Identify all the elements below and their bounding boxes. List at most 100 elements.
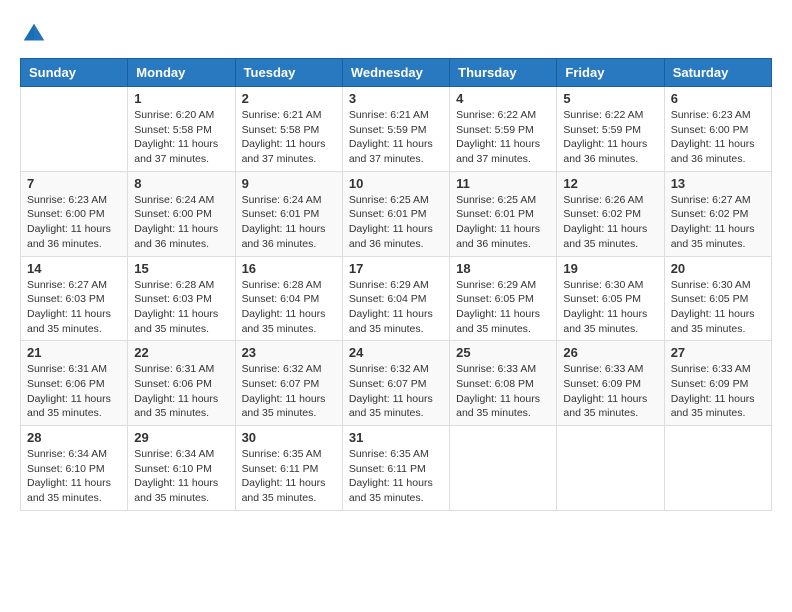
day-info-line: Sunset: 6:00 PM — [671, 124, 749, 136]
day-info-line: and 37 minutes. — [134, 153, 209, 165]
day-number: 23 — [242, 345, 336, 360]
day-info-line: and 36 minutes. — [242, 238, 317, 250]
day-number: 26 — [563, 345, 657, 360]
day-info-line: Daylight: 11 hours — [671, 308, 755, 320]
day-info-line: Daylight: 11 hours — [563, 393, 647, 405]
header-row: Sunday Monday Tuesday Wednesday Thursday… — [21, 59, 772, 87]
day-info-line: Sunrise: 6:23 AM — [27, 194, 107, 206]
day-info-line: Daylight: 11 hours — [27, 477, 111, 489]
day-info-line: Sunrise: 6:29 AM — [456, 279, 536, 291]
day-info: Sunrise: 6:23 AMSunset: 6:00 PMDaylight:… — [671, 108, 765, 167]
day-number: 25 — [456, 345, 550, 360]
day-info-line: Sunset: 6:03 PM — [27, 293, 105, 305]
calendar-body: 1Sunrise: 6:20 AMSunset: 5:58 PMDaylight… — [21, 87, 772, 511]
day-info-line: Sunrise: 6:28 AM — [134, 279, 214, 291]
calendar-week-row: 14Sunrise: 6:27 AMSunset: 6:03 PMDayligh… — [21, 256, 772, 341]
day-info-line: Sunset: 5:58 PM — [242, 124, 320, 136]
calendar-cell: 2Sunrise: 6:21 AMSunset: 5:58 PMDaylight… — [235, 87, 342, 172]
day-info-line: Daylight: 11 hours — [563, 138, 647, 150]
day-info-line: Sunset: 5:59 PM — [563, 124, 641, 136]
day-info-line: Daylight: 11 hours — [242, 393, 326, 405]
logo — [20, 20, 52, 48]
calendar-cell: 10Sunrise: 6:25 AMSunset: 6:01 PMDayligh… — [342, 171, 449, 256]
day-info-line: and 35 minutes. — [671, 238, 746, 250]
calendar-cell: 14Sunrise: 6:27 AMSunset: 6:03 PMDayligh… — [21, 256, 128, 341]
day-info: Sunrise: 6:34 AMSunset: 6:10 PMDaylight:… — [134, 447, 228, 506]
day-info-line: and 37 minutes. — [242, 153, 317, 165]
logo-icon — [20, 20, 48, 48]
calendar-cell: 22Sunrise: 6:31 AMSunset: 6:06 PMDayligh… — [128, 341, 235, 426]
day-info-line: and 35 minutes. — [27, 323, 102, 335]
day-info-line: and 35 minutes. — [456, 323, 531, 335]
day-number: 22 — [134, 345, 228, 360]
day-info-line: Daylight: 11 hours — [27, 308, 111, 320]
day-info-line: and 35 minutes. — [27, 492, 102, 504]
day-info-line: and 35 minutes. — [134, 323, 209, 335]
day-info-line: Daylight: 11 hours — [456, 223, 540, 235]
day-info-line: Sunrise: 6:33 AM — [456, 363, 536, 375]
day-info-line: and 36 minutes. — [27, 238, 102, 250]
day-info: Sunrise: 6:32 AMSunset: 6:07 PMDaylight:… — [349, 362, 443, 421]
calendar-week-row: 28Sunrise: 6:34 AMSunset: 6:10 PMDayligh… — [21, 426, 772, 511]
day-info-line: Sunrise: 6:32 AM — [242, 363, 322, 375]
day-info-line: Sunrise: 6:33 AM — [671, 363, 751, 375]
calendar-cell — [664, 426, 771, 511]
calendar-cell: 8Sunrise: 6:24 AMSunset: 6:00 PMDaylight… — [128, 171, 235, 256]
day-number: 13 — [671, 176, 765, 191]
calendar-cell: 29 Sunrise: 6:34 AMSunset: 6:10 PMDayligh… — [128, 426, 235, 511]
calendar-cell: 5Sunrise: 6:22 AMSunset: 5:59 PMDaylight… — [557, 87, 664, 172]
day-info-line: Sunset: 6:05 PM — [671, 293, 749, 305]
day-number: 29 — [134, 430, 228, 445]
day-info-line: and 37 minutes. — [456, 153, 531, 165]
day-info-line: Daylight: 11 hours — [349, 223, 433, 235]
day-info: Sunrise: 6:24 AMSunset: 6:00 PMDaylight:… — [134, 193, 228, 252]
day-info-line: Sunrise: 6:34 AM — [27, 448, 107, 460]
day-info-line: Sunset: 6:01 PM — [242, 208, 320, 220]
day-info-line: Sunset: 6:07 PM — [349, 378, 427, 390]
day-info-line: Sunrise: 6:29 AM — [349, 279, 429, 291]
col-monday: Monday — [128, 59, 235, 87]
day-info-line: Daylight: 11 hours — [134, 393, 218, 405]
day-info-line: and 36 minutes. — [456, 238, 531, 250]
day-info-line: Daylight: 11 hours — [349, 393, 433, 405]
day-info-line: Sunrise: 6:35 AM — [242, 448, 322, 460]
day-number: 3 — [349, 91, 443, 106]
day-info-line: and 35 minutes. — [563, 238, 638, 250]
day-info-line: Daylight: 11 hours — [242, 308, 326, 320]
day-info-line: Sunset: 6:09 PM — [563, 378, 641, 390]
day-info-line: and 35 minutes. — [349, 492, 424, 504]
day-info-line: and 35 minutes. — [671, 407, 746, 419]
day-number: 20 — [671, 261, 765, 276]
day-info-line: and 35 minutes. — [242, 407, 317, 419]
day-info-line: Sunset: 6:08 PM — [456, 378, 534, 390]
day-number: 24 — [349, 345, 443, 360]
day-info-line: Daylight: 11 hours — [134, 223, 218, 235]
day-info-line: Sunrise: 6:22 AM — [456, 109, 536, 121]
day-info-line: Sunset: 6:02 PM — [563, 208, 641, 220]
day-info-line: Sunset: 5:58 PM — [134, 124, 212, 136]
day-info-line: Sunset: 6:10 PM — [134, 463, 212, 475]
day-info-line: Sunset: 6:04 PM — [349, 293, 427, 305]
day-info-line: Sunrise: 6:30 AM — [671, 279, 751, 291]
day-info-line: Daylight: 11 hours — [349, 308, 433, 320]
day-info-line: Sunrise: 6:22 AM — [563, 109, 643, 121]
day-info-line: and 35 minutes. — [349, 407, 424, 419]
day-info-line: Sunrise: 6:35 AM — [349, 448, 429, 460]
day-info-line: and 35 minutes. — [671, 323, 746, 335]
day-info-line: Sunrise: 6:25 AM — [456, 194, 536, 206]
calendar-cell: 19Sunrise: 6:30 AMSunset: 6:05 PMDayligh… — [557, 256, 664, 341]
day-info-line: Sunset: 6:03 PM — [134, 293, 212, 305]
calendar-cell: 21Sunrise: 6:31 AMSunset: 6:06 PMDayligh… — [21, 341, 128, 426]
calendar-week-row: 1Sunrise: 6:20 AMSunset: 5:58 PMDaylight… — [21, 87, 772, 172]
day-info-line: Sunset: 5:59 PM — [456, 124, 534, 136]
day-info: Sunrise: 6:23 AMSunset: 6:00 PMDaylight:… — [27, 193, 121, 252]
col-friday: Friday — [557, 59, 664, 87]
day-info-line: Daylight: 11 hours — [134, 477, 218, 489]
day-info: Sunrise: 6:29 AM Sunset: 6:04 PM Daylight:… — [349, 278, 443, 337]
col-thursday: Thursday — [450, 59, 557, 87]
day-number: 18 — [456, 261, 550, 276]
day-info-line: Sunrise: 6:26 AM — [563, 194, 643, 206]
day-number: 6 — [671, 91, 765, 106]
day-info: Sunrise: 6:21 AMSunset: 5:58 PMDaylight:… — [242, 108, 336, 167]
day-info: Sunrise: 6:21 AMSunset: 5:59 PMDaylight:… — [349, 108, 443, 167]
